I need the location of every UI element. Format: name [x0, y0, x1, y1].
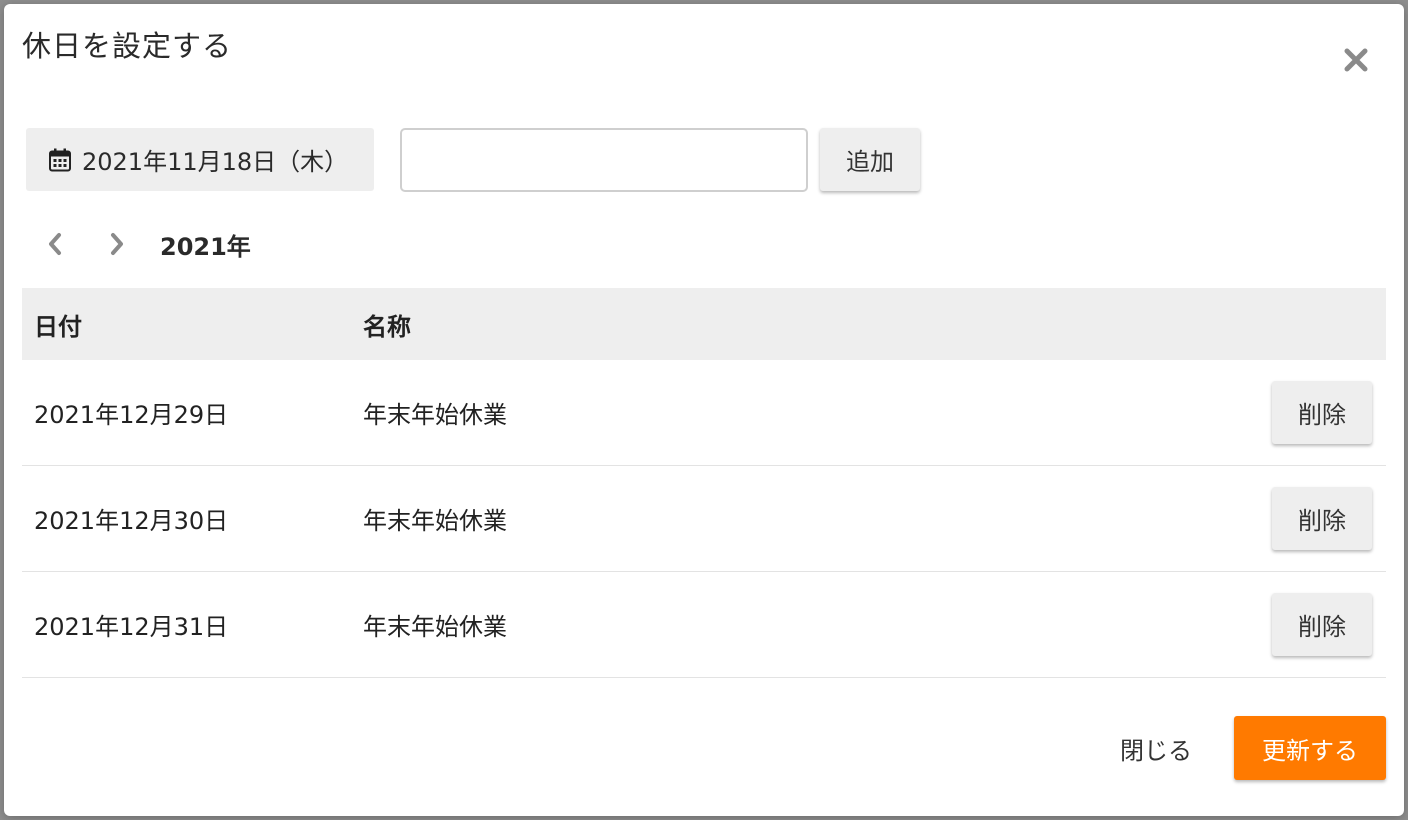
- holiday-settings-dialog: 休日を設定する 2021年11月18日（木） 追加 2021年 日付 名称 20…: [4, 4, 1404, 816]
- delete-button[interactable]: 削除: [1272, 593, 1372, 656]
- dialog-title: 休日を設定する: [22, 29, 233, 63]
- row-date: 2021年12月31日: [34, 613, 229, 641]
- delete-button[interactable]: 削除: [1272, 487, 1372, 550]
- date-picker-button[interactable]: 2021年11月18日（木）: [26, 128, 374, 191]
- row-action-cell: 削除: [1256, 487, 1386, 550]
- dialog-footer: 閉じる 更新する: [1100, 716, 1386, 780]
- close-icon: [1344, 48, 1368, 72]
- row-name: 年末年始休業: [363, 507, 507, 535]
- header-date: 日付: [34, 312, 82, 341]
- chevron-left-icon: [49, 233, 61, 255]
- add-button[interactable]: 追加: [820, 128, 920, 191]
- previous-year-button[interactable]: [36, 222, 74, 266]
- calendar-icon: [48, 148, 72, 172]
- year-label: 2021年: [160, 232, 251, 261]
- row-date: 2021年12月30日: [34, 507, 229, 535]
- year-navigation: 2021年: [36, 220, 251, 268]
- table-row: 2021年12月31日 年末年始休業 削除: [22, 572, 1386, 678]
- table-header: 日付 名称: [22, 288, 1386, 360]
- update-button[interactable]: 更新する: [1234, 716, 1386, 780]
- close-dialog-button[interactable]: [1338, 42, 1374, 78]
- holiday-table: 日付 名称 2021年12月29日 年末年始休業 削除 2021年12月30日 …: [22, 288, 1386, 678]
- row-name: 年末年始休業: [363, 613, 507, 641]
- row-action-cell: 削除: [1256, 593, 1386, 656]
- table-row: 2021年12月30日 年末年始休業 削除: [22, 466, 1386, 572]
- row-date: 2021年12月29日: [34, 401, 229, 429]
- close-button[interactable]: 閉じる: [1100, 717, 1212, 780]
- next-year-button[interactable]: [98, 222, 136, 266]
- table-row: 2021年12月29日 年末年始休業 削除: [22, 360, 1386, 466]
- header-name: 名称: [363, 312, 411, 341]
- row-name: 年末年始休業: [363, 401, 507, 429]
- holiday-name-input[interactable]: [400, 128, 808, 192]
- chevron-right-icon: [111, 233, 123, 255]
- delete-button[interactable]: 削除: [1272, 381, 1372, 444]
- row-action-cell: 削除: [1256, 381, 1386, 444]
- selected-date-text: 2021年11月18日（木）: [82, 148, 349, 176]
